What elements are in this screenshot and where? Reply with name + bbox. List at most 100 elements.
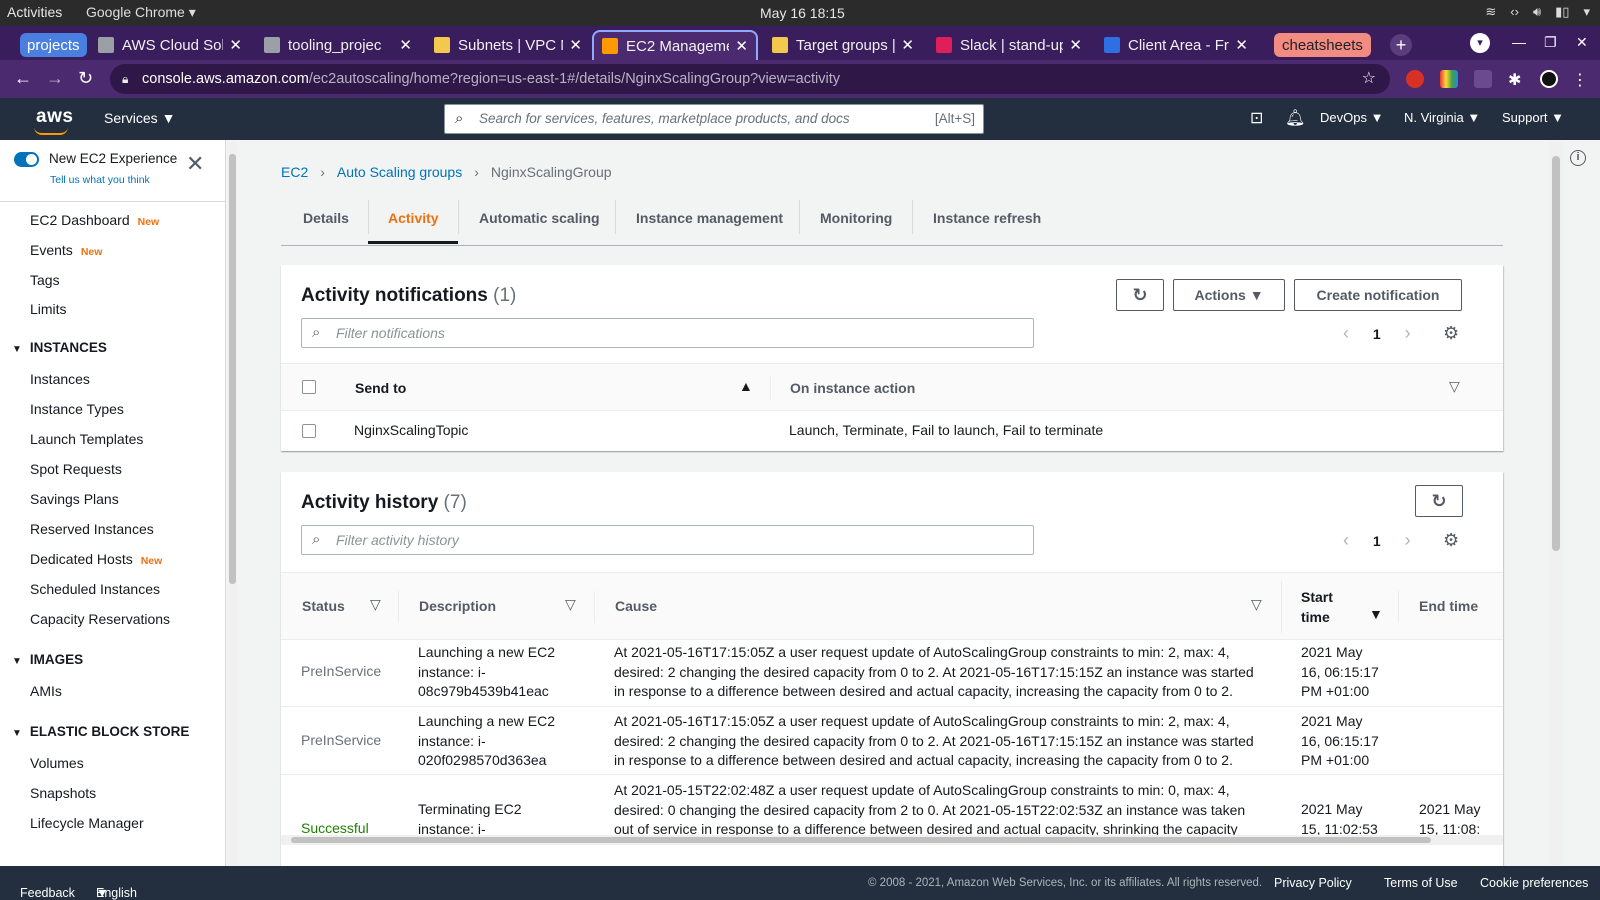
- column-status[interactable]: Status: [302, 598, 345, 614]
- breadcrumb-ec2[interactable]: EC2: [281, 164, 308, 180]
- cloudshell-icon[interactable]: ⊡: [1250, 108, 1263, 128]
- close-icon[interactable]: ✕: [399, 36, 412, 54]
- column-send-to[interactable]: Send to: [355, 380, 406, 396]
- account-menu[interactable]: DevOps ▼: [1320, 110, 1383, 125]
- sidebar-item-dedicated-hosts[interactable]: Dedicated Hosts New: [30, 551, 162, 567]
- row-checkbox[interactable]: [302, 424, 316, 438]
- region-menu[interactable]: N. Virginia ▼: [1404, 110, 1480, 125]
- app-menu[interactable]: Google Chrome ▾: [86, 4, 196, 21]
- close-icon[interactable]: ✕: [1069, 36, 1082, 54]
- sidebar-item-instance-types[interactable]: Instance Types: [30, 401, 124, 417]
- chevron-right-icon[interactable]: ›: [1405, 530, 1411, 550]
- sidebar-item-spot-requests[interactable]: Spot Requests: [30, 461, 122, 477]
- forward-icon[interactable]: →: [46, 68, 64, 89]
- sort-icon[interactable]: ▽: [370, 596, 381, 613]
- sidebar-item-scheduled-instances[interactable]: Scheduled Instances: [30, 581, 160, 597]
- actions-button[interactable]: Actions ▼: [1173, 279, 1285, 311]
- sidebar-section-ebs[interactable]: ▼ ELASTIC BLOCK STORE: [12, 724, 189, 739]
- sort-icon[interactable]: ▽: [565, 596, 576, 613]
- info-icon[interactable]: i: [1570, 150, 1586, 166]
- filter-notifications-input[interactable]: ⌕ Filter notifications: [301, 318, 1034, 348]
- main-scrollbar[interactable]: [1550, 142, 1562, 865]
- close-icon[interactable]: ✕: [229, 36, 242, 54]
- kebab-menu-icon[interactable]: ⋮: [1572, 70, 1590, 89]
- sort-ascending-icon[interactable]: ▲: [739, 378, 753, 394]
- bookmark-star-icon[interactable]: ☆: [1362, 64, 1376, 94]
- gear-icon[interactable]: ⚙: [1443, 530, 1459, 551]
- close-icon[interactable]: ✕: [901, 36, 914, 54]
- sort-descending-icon[interactable]: ▼: [1369, 606, 1383, 622]
- sidebar-item-snapshots[interactable]: Snapshots: [30, 785, 96, 801]
- sidebar-item-reserved-instances[interactable]: Reserved Instances: [30, 521, 154, 537]
- sidebar-scrollbar[interactable]: [228, 142, 237, 865]
- maximize-icon[interactable]: ❐: [1544, 34, 1557, 51]
- cookie-preferences-link[interactable]: Cookie preferences: [1480, 876, 1588, 890]
- tab-activity[interactable]: Activity: [388, 210, 439, 226]
- tab-client-area[interactable]: Client Area - Fr ✕: [1096, 30, 1256, 60]
- tab-subnets-vpc[interactable]: Subnets | VPC M ✕: [426, 30, 590, 60]
- sort-icon[interactable]: ▽: [1251, 596, 1262, 613]
- refresh-button[interactable]: ↻: [1116, 279, 1164, 311]
- column-cause[interactable]: Cause: [615, 598, 657, 614]
- tab-instance-refresh[interactable]: Instance refresh: [933, 210, 1041, 226]
- column-start-time[interactable]: Start time: [1301, 588, 1333, 627]
- page-number[interactable]: 1: [1373, 533, 1381, 549]
- column-on-instance-action[interactable]: On instance action: [790, 380, 915, 396]
- aws-logo[interactable]: aws: [34, 106, 73, 135]
- column-description[interactable]: Description: [419, 598, 496, 614]
- gear-icon[interactable]: ⚙: [1443, 323, 1459, 344]
- support-menu[interactable]: Support ▼: [1502, 110, 1564, 125]
- sidebar-item-events[interactable]: Events New: [30, 242, 102, 258]
- chevron-right-icon[interactable]: ›: [1405, 323, 1411, 343]
- sidebar-item-ec2-dashboard[interactable]: EC2 Dashboard New: [30, 212, 159, 228]
- bell-icon[interactable]: 🔔︎: [1285, 108, 1305, 128]
- refresh-button[interactable]: ↻: [1415, 485, 1463, 517]
- breadcrumb-auto-scaling-groups[interactable]: Auto Scaling groups: [337, 164, 462, 180]
- tab-aws-cloud[interactable]: AWS Cloud Sol ✕: [90, 30, 250, 60]
- services-menu[interactable]: Services ▼: [104, 110, 175, 126]
- new-tab-button[interactable]: +: [1390, 34, 1412, 56]
- tab-monitoring[interactable]: Monitoring: [820, 210, 892, 226]
- sidebar-item-instances[interactable]: Instances: [30, 371, 90, 387]
- sort-icon[interactable]: ▽: [1449, 378, 1460, 395]
- puzzle-icon[interactable]: ✱: [1508, 70, 1526, 89]
- tab-group-projects[interactable]: projects: [20, 33, 87, 57]
- chevron-left-icon[interactable]: ‹: [1343, 530, 1349, 550]
- privacy-policy-link[interactable]: Privacy Policy: [1274, 876, 1352, 890]
- sidebar-section-instances[interactable]: ▼ INSTANCES: [12, 340, 107, 355]
- select-all-checkbox[interactable]: [302, 380, 316, 394]
- extension-icon[interactable]: [1406, 70, 1424, 88]
- tab-tooling-project[interactable]: tooling_projec ✕: [256, 30, 420, 60]
- sidebar-item-amis[interactable]: AMIs: [30, 683, 62, 699]
- sidebar-item-lifecycle-manager[interactable]: Lifecycle Manager: [30, 815, 144, 831]
- close-icon[interactable]: ✕: [735, 37, 748, 55]
- feedback-link[interactable]: Tell us what you think: [50, 174, 150, 186]
- new-experience-toggle[interactable]: [14, 152, 39, 167]
- sidebar-item-tags[interactable]: Tags: [30, 272, 60, 288]
- window-close-icon[interactable]: ✕: [1576, 34, 1588, 51]
- close-icon[interactable]: ✕: [1235, 36, 1248, 54]
- back-icon[interactable]: ←: [14, 68, 32, 89]
- sidebar-item-launch-templates[interactable]: Launch Templates: [30, 431, 143, 447]
- tab-target-groups[interactable]: Target groups | ✕: [764, 30, 922, 60]
- reload-icon[interactable]: ↻: [78, 68, 93, 89]
- tab-search-icon[interactable]: ▾: [1470, 33, 1490, 53]
- color-extension-icon[interactable]: [1440, 70, 1458, 88]
- filter-activity-history-input[interactable]: ⌕ Filter activity history: [301, 525, 1034, 555]
- tab-instance-management[interactable]: Instance management: [636, 210, 783, 226]
- minimize-icon[interactable]: —: [1512, 34, 1526, 50]
- sidebar-item-capacity-reservations[interactable]: Capacity Reservations: [30, 611, 170, 627]
- sidebar-item-savings-plans[interactable]: Savings Plans: [30, 491, 119, 507]
- profile-avatar[interactable]: [1540, 70, 1558, 88]
- address-bar[interactable]: 🔒︎ console.aws.amazon.com/ec2autoscaling…: [110, 64, 1390, 94]
- tab-ec2-management[interactable]: EC2 Manageme ✕: [592, 30, 758, 60]
- tab-details[interactable]: Details: [303, 210, 349, 226]
- create-notification-button[interactable]: Create notification: [1294, 279, 1462, 311]
- activities-button[interactable]: Activities: [7, 4, 62, 20]
- chevron-left-icon[interactable]: ‹: [1343, 323, 1349, 343]
- tab-slack[interactable]: Slack | stand-up ✕: [928, 30, 1090, 60]
- aws-search-input[interactable]: ⌕ Search for services, features, marketp…: [444, 104, 984, 134]
- horizontal-scrollbar[interactable]: [281, 835, 1503, 845]
- system-tray[interactable]: ≋ ‹› 🔊︎ ▮▯ ▾: [1485, 4, 1590, 20]
- extension-icon[interactable]: [1474, 70, 1492, 88]
